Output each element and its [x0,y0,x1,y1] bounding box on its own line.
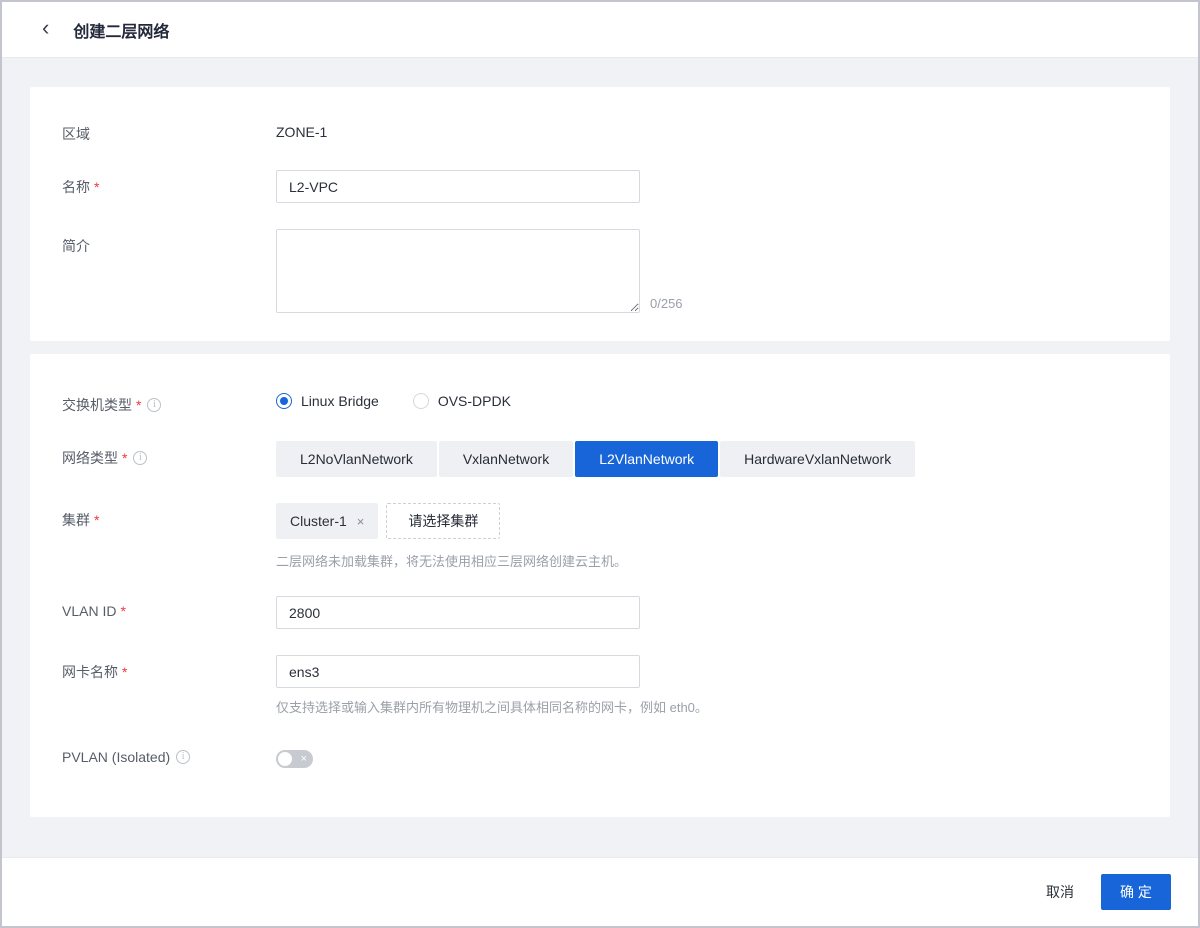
nic-name-input[interactable] [276,655,640,688]
zone-label: 区域 [62,117,276,144]
basic-info-card: 区域 ZONE-1 名称 * 简介 [30,87,1170,341]
required-marker: * [94,512,100,528]
toggle-off-icon: × [300,753,307,765]
select-cluster-button[interactable]: 请选择集群 [386,503,501,539]
cluster-label-text: 集群 [62,512,90,528]
network-type-l2novlan-button[interactable]: L2NoVlanNetwork [276,441,437,477]
cluster-row: 集群 * Cluster-1 × 请选择集群 二层网络未加载集群，将无法使用相应… [62,503,1138,570]
page-title: 创建二层网络 [73,23,170,41]
radio-ovs-dpdk[interactable]: OVS-DPDK [412,393,511,409]
vlan-id-input[interactable] [276,596,640,629]
radio-linux-bridge[interactable]: Linux Bridge [276,393,379,409]
network-type-row: 网络类型 * i L2NoVlanNetwork VxlanNetwork L2… [62,441,1138,477]
page-header: ‹ 创建二层网络 [2,2,1198,58]
network-settings-card: 交换机类型 * i Linux Bridge OVS-DPDK 网络类型 * i… [30,354,1170,817]
zone-label-text: 区域 [62,126,90,142]
vlan-id-label-text: VLAN ID [62,603,117,619]
zone-row: 区域 ZONE-1 [62,117,1138,144]
footer-action-bar: 取消 确 定 [2,857,1198,926]
description-label-text: 简介 [62,238,90,254]
toggle-knob [278,752,292,766]
radio-unselected-icon [412,393,429,409]
network-type-l2vlan-button[interactable]: L2VlanNetwork [575,441,719,477]
nic-name-label: 网卡名称 * [62,655,276,682]
switch-type-label-text: 交换机类型 [62,397,132,413]
name-input[interactable] [276,170,640,203]
info-icon[interactable]: i [133,451,148,465]
vlan-id-label: VLAN ID * [62,596,276,619]
description-textarea[interactable] [276,229,640,313]
remove-cluster-icon[interactable]: × [357,515,365,528]
cluster-selection: Cluster-1 × 请选择集群 [276,503,1138,539]
char-counter: 0/256 [650,296,683,311]
pvlan-label: PVLAN (Isolated) i [62,742,276,765]
cancel-button[interactable]: 取消 [1046,882,1074,902]
cluster-tag-label: Cluster-1 [290,513,347,529]
network-type-label: 网络类型 * i [62,441,276,468]
network-type-vxlan-button[interactable]: VxlanNetwork [438,441,574,477]
switch-type-label: 交换机类型 * i [62,388,276,415]
switch-type-radio-group: Linux Bridge OVS-DPDK [276,388,1138,409]
pvlan-row: PVLAN (Isolated) i × [62,742,1138,773]
form-content: 区域 ZONE-1 名称 * 简介 [2,58,1198,857]
required-marker: * [122,450,128,466]
radio-label: Linux Bridge [301,393,379,409]
info-icon[interactable]: i [176,750,191,764]
cluster-hint: 二层网络未加载集群，将无法使用相应三层网络创建云主机。 [276,554,628,569]
required-marker: * [136,397,142,413]
pvlan-label-text: PVLAN (Isolated) [62,749,171,765]
network-type-label-text: 网络类型 [62,450,118,466]
back-icon[interactable]: ‹ [40,17,51,39]
required-marker: * [94,179,100,195]
nic-name-hint: 仅支持选择或输入集群内所有物理机之间具体相同名称的网卡，例如 eth0。 [276,700,708,715]
cluster-label: 集群 * [62,503,276,530]
create-l2-network-page: ‹ 创建二层网络 区域 ZONE-1 名称 * L2-VPC 简介 0/256 … [0,0,1200,928]
name-row: 名称 * [62,170,1138,203]
name-label-text: 名称 [62,179,90,195]
vlan-id-row: VLAN ID * [62,596,1138,629]
description-row: 简介 0/256 [62,229,1138,313]
description-label: 简介 [62,229,276,256]
network-type-button-group: L2NoVlanNetwork VxlanNetwork L2VlanNetwo… [276,441,916,477]
network-type-hardwarevxlan-button[interactable]: HardwareVxlanNetwork [720,441,916,477]
nic-name-row: 网卡名称 * 仅支持选择或输入集群内所有物理机之间具体相同名称的网卡，例如 et… [62,655,1138,716]
info-icon[interactable]: i [147,398,162,412]
radio-label: OVS-DPDK [437,393,511,409]
confirm-button[interactable]: 确 定 [1101,874,1171,910]
zone-value: ZONE-1 [276,124,328,140]
name-label: 名称 * [62,170,276,197]
nic-name-label-text: 网卡名称 [62,664,118,680]
required-marker: * [122,664,128,680]
radio-selected-icon [276,393,292,409]
switch-type-row: 交换机类型 * i Linux Bridge OVS-DPDK [62,388,1138,415]
pvlan-toggle[interactable]: × [276,750,313,768]
required-marker: * [120,603,126,619]
cluster-tag: Cluster-1 × [276,503,379,539]
